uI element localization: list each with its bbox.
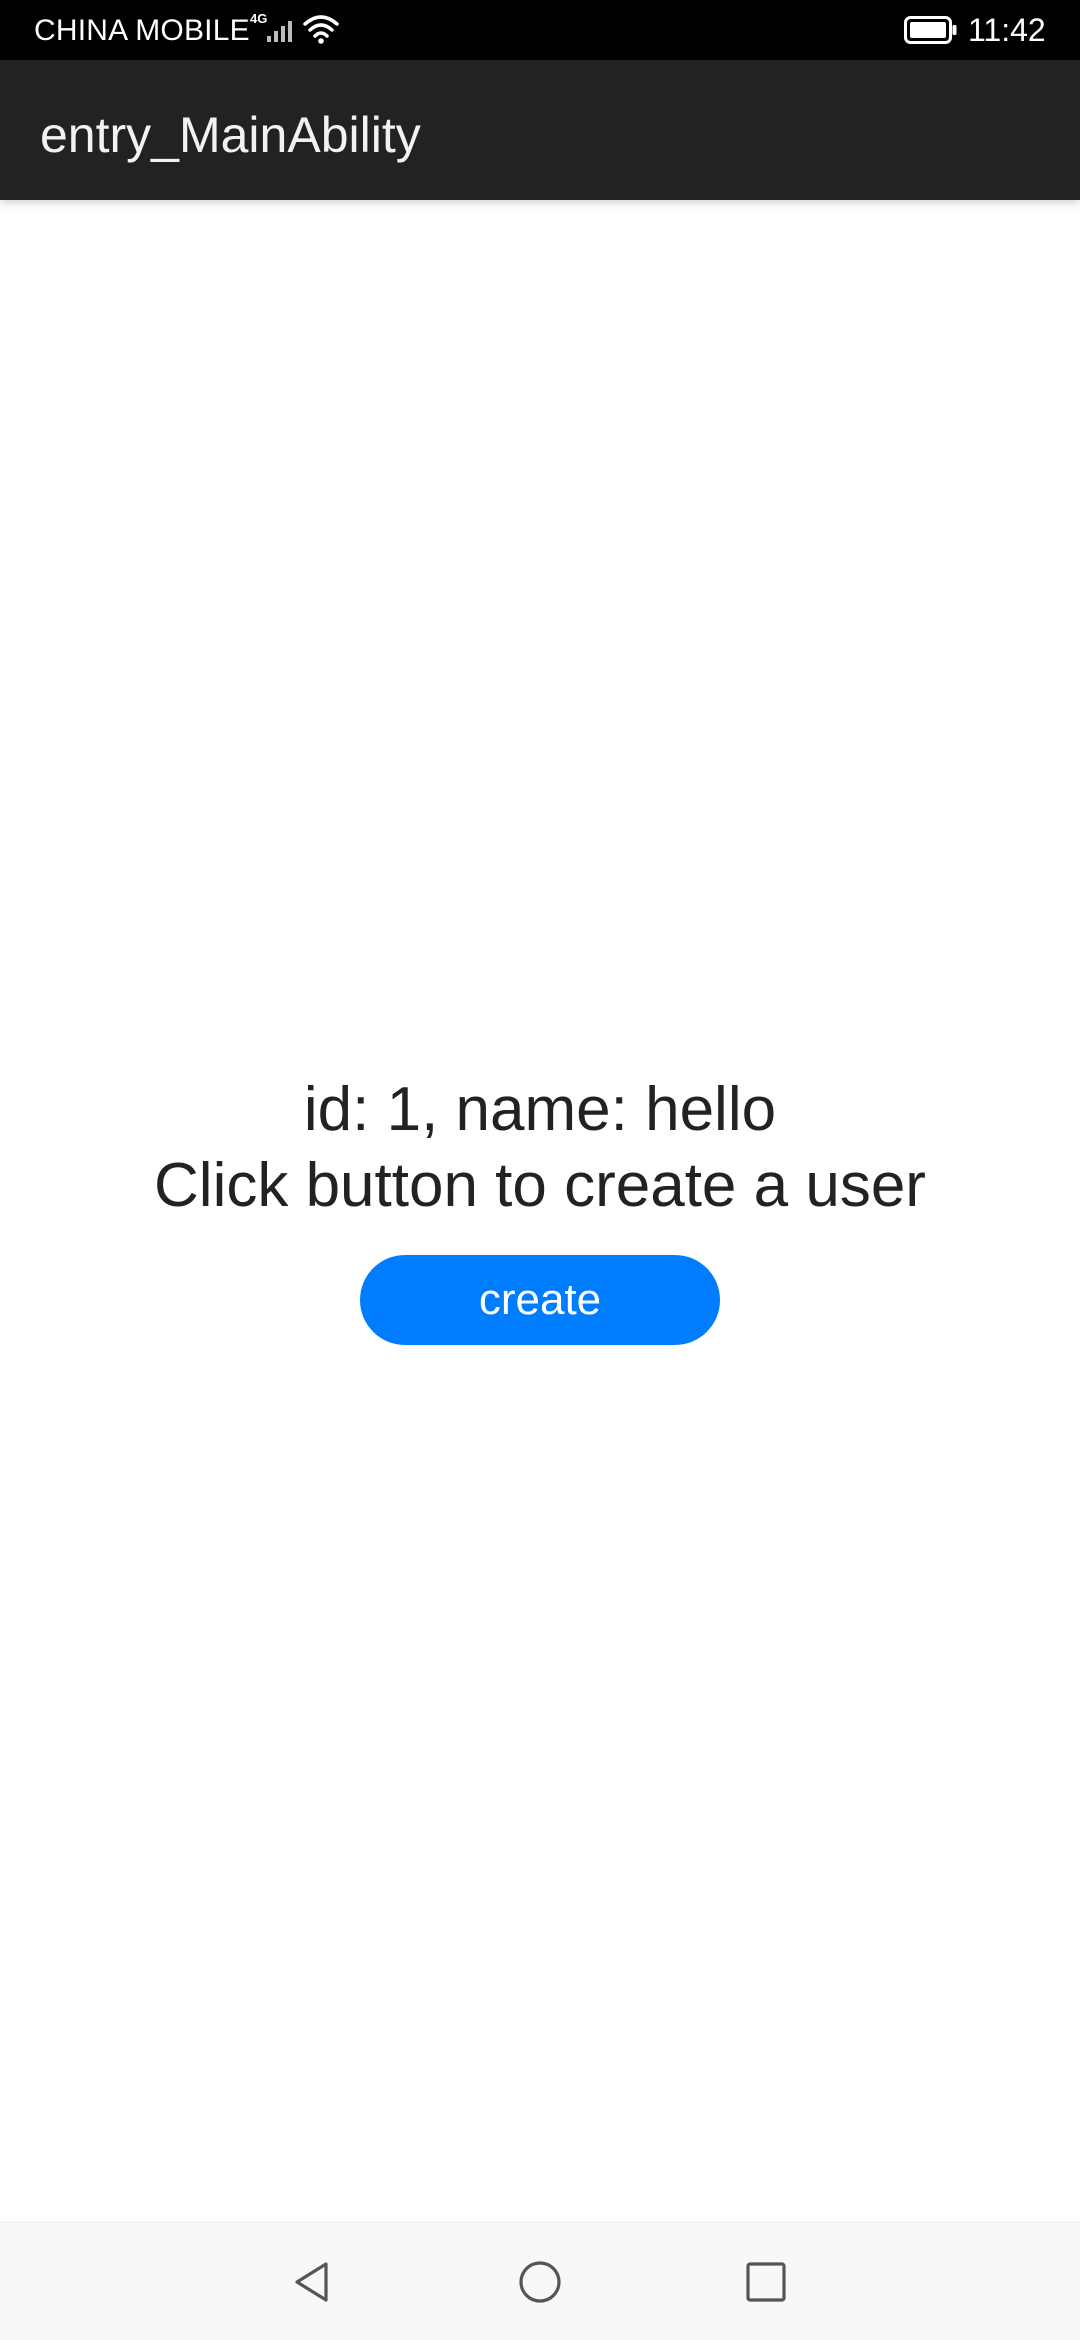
main-content: id: 1, name: hello Click button to creat… bbox=[0, 200, 1080, 2222]
recent-square-icon[interactable] bbox=[741, 2257, 791, 2307]
home-circle-icon[interactable] bbox=[515, 2257, 565, 2307]
battery-icon bbox=[904, 16, 957, 44]
hint-text: Click button to create a user bbox=[154, 1151, 926, 1220]
app-bar: entry_MainAbility bbox=[0, 60, 1080, 200]
back-triangle-icon[interactable] bbox=[289, 2257, 339, 2307]
signal-icon bbox=[267, 21, 292, 42]
carrier-name: CHINA MOBILE bbox=[34, 14, 250, 47]
user-info-text: id: 1, name: hello bbox=[303, 1075, 777, 1144]
navigation-bar bbox=[0, 2222, 1080, 2340]
status-bar: CHINA MOBILE 4G 11:42 bbox=[0, 0, 1080, 60]
wifi-icon bbox=[303, 15, 339, 44]
status-time: 11:42 bbox=[968, 12, 1046, 48]
app-title: entry_MainAbility bbox=[40, 107, 421, 163]
create-button[interactable]: create bbox=[360, 1255, 720, 1345]
network-type-badge: 4G bbox=[250, 11, 268, 26]
screen: CHINA MOBILE 4G 11:42 entry_MainAbility … bbox=[0, 0, 1080, 2340]
